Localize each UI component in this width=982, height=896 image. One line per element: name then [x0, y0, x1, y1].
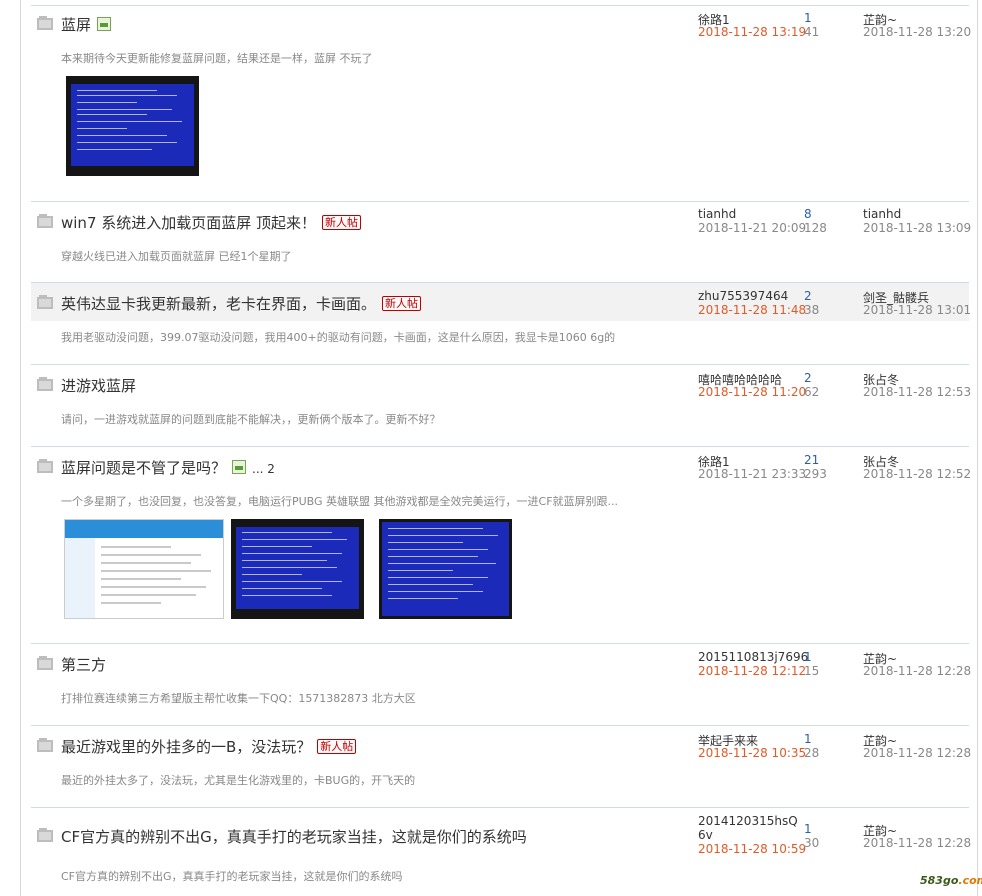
bsod-image: [71, 84, 194, 166]
thread-folder-icon: [37, 377, 53, 391]
thread-row: 最近游戏里的外挂多的一B，没法玩？ 新人帖 最近的外挂太多了，没法玩，尤其是生化游…: [31, 726, 971, 808]
thread-author-date: 2018-11-28 11:48: [698, 303, 807, 317]
thread-desc: 本来期待今天更新能修复蓝屏问题，结果还是一样，蓝屏 不玩了: [61, 52, 373, 65]
thread-author-date: 2018-11-28 11:20: [698, 385, 807, 399]
thread-folder-icon: [37, 738, 53, 752]
thread-author[interactable]: zhu755397464: [698, 289, 788, 303]
thread-replies[interactable]: 1: [804, 11, 812, 25]
thread-title[interactable]: 最近游戏里的外挂多的一B，没法玩？: [61, 738, 311, 756]
thread-title-wrap: 最近游戏里的外挂多的一B，没法玩？ 新人帖: [61, 736, 357, 757]
thread-title-wrap: 进游戏蓝屏: [61, 375, 136, 396]
thread-folder-icon: [37, 828, 53, 842]
thread-title[interactable]: CF官方真的辨别不出G，真真手打的老玩家当挂，这就是你们的系统吗: [61, 828, 527, 846]
thread-folder-icon: [37, 214, 53, 228]
thread-replies[interactable]: 1: [804, 732, 812, 746]
thread-author[interactable]: 2014120315hsQ6v: [698, 814, 802, 842]
new-user-tag: 新人帖: [322, 215, 362, 230]
thread-last-date[interactable]: 2018-11-28 12:28: [863, 836, 971, 850]
thread-author-date: 2018-11-28 10:35: [698, 746, 807, 760]
thread-row: CF官方真的辨别不出G，真真手打的老玩家当挂，这就是你们的系统吗 CF官方真的辨…: [31, 808, 971, 896]
thread-row: 第三方 打排位赛连续第三方希望版主帮忙收集一下QQ：1571382873 北方大…: [31, 644, 971, 726]
bsod-image: [236, 527, 359, 609]
thread-last-date[interactable]: 2018-11-28 12:52: [863, 467, 971, 481]
thread-title[interactable]: 第三方: [61, 656, 106, 674]
thread-folder-icon: [37, 459, 53, 473]
thread-author-date: 2018-11-28 12:12: [698, 664, 807, 678]
thread-replies[interactable]: 1: [804, 822, 812, 836]
thread-author-date: 2018-11-28 13:19: [698, 25, 807, 39]
thread-row: 蓝屏问题是不管了是吗？ ... 2 一个多星期了，也没回复，也没答复，电脑运行PU…: [31, 447, 971, 644]
thread-views: 128: [804, 221, 827, 235]
thread-views: 30: [804, 836, 820, 850]
thread-title-wrap: CF官方真的辨别不出G，真真手打的老玩家当挂，这就是你们的系统吗: [61, 826, 527, 847]
thread-views: 15: [804, 664, 820, 678]
thread-title[interactable]: 蓝屏问题是不管了是吗？: [61, 459, 226, 477]
thread-last-date[interactable]: 2018-11-28 12:53: [863, 385, 971, 399]
thread-title-wrap: 第三方: [61, 654, 106, 675]
thread-title-wrap: 蓝屏问题是不管了是吗？ ... 2: [61, 457, 275, 478]
thread-title-wrap: win7 系统进入加载页面蓝屏 顶起来！ 新人帖: [61, 212, 362, 233]
thread-folder-icon: [37, 295, 53, 309]
thread-last-poster[interactable]: tianhd: [863, 207, 901, 221]
thread-last-date[interactable]: 2018-11-28 12:28: [863, 746, 971, 760]
thread-title-wrap: 蓝屏: [61, 14, 112, 35]
thread-last-date[interactable]: 2018-11-28 13:20: [863, 25, 971, 39]
thread-desc: 一个多星期了，也没回复，也没答复，电脑运行PUBG 英雄联盟 其他游戏都是全效完…: [61, 495, 619, 508]
new-user-tag: 新人帖: [382, 296, 422, 311]
thread-replies[interactable]: 2: [804, 371, 812, 385]
thread-author-date: 2018-11-28 10:59: [698, 842, 807, 856]
watermark-suffix: .com: [958, 874, 982, 887]
thread-last-date[interactable]: 2018-11-28 13:01: [863, 303, 971, 317]
thread-row: 蓝屏 本来期待今天更新能修复蓝屏问题，结果还是一样，蓝屏 不玩了 徐路1 201…: [31, 6, 971, 202]
thread-row: win7 系统进入加载页面蓝屏 顶起来！ 新人帖 穿越火线已进入加载页面就蓝屏 已…: [31, 202, 971, 283]
thread-desc: 请问，一进游戏就蓝屏的问题到底能不能解决，，更新俩个版本了。更新不好？: [61, 413, 441, 426]
image-attachment-icon: [232, 460, 247, 474]
image-attachment-icon: [97, 17, 112, 31]
thread-desc: 最近的外挂太多了，没法玩，尤其是生化游戏里的，卡BUG的，开飞天的: [61, 774, 416, 787]
thread-last-date[interactable]: 2018-11-28 12:28: [863, 664, 971, 678]
thread-replies[interactable]: 1: [804, 650, 812, 664]
thread-desc: 打排位赛连续第三方希望版主帮忙收集一下QQ：1571382873 北方大区: [61, 692, 416, 705]
screenshot-sidebar: [65, 538, 95, 618]
thread-title-wrap: 英伟达显卡我更新最新，老卡在界面，卡画面。 新人帖: [61, 293, 422, 314]
thread-replies[interactable]: 21: [804, 453, 819, 467]
thread-row: 进游戏蓝屏 请问，一进游戏就蓝屏的问题到底能不能解决，，更新俩个版本了。更新不好…: [31, 365, 971, 447]
thread-thumbnail[interactable]: [66, 76, 199, 176]
thread-author[interactable]: tianhd: [698, 207, 736, 221]
thread-row: 英伟达显卡我更新最新，老卡在界面，卡画面。 新人帖 我用老驱动没问题，399.07…: [31, 283, 971, 365]
thread-views: 41: [804, 25, 820, 39]
thread-folder-icon: [37, 16, 53, 30]
watermark-main: 583go: [920, 874, 959, 887]
bsod-image: [382, 522, 509, 616]
thread-title[interactable]: 蓝屏: [61, 16, 91, 34]
new-user-tag: 新人帖: [317, 739, 357, 754]
thread-desc: CF官方真的辨别不出G，真真手打的老玩家当挂，这就是你们的系统吗: [61, 870, 403, 883]
thread-desc: 我用老驱动没问题，399.07驱动没问题，我用400+的驱动有问题，卡画面，这是…: [61, 331, 616, 344]
screenshot-toolbar: [65, 520, 223, 538]
thread-author-date: 2018-11-21 23:33: [698, 467, 807, 481]
thread-folder-icon: [37, 656, 53, 670]
thread-views: 38: [804, 303, 820, 317]
thread-views: 28: [804, 746, 820, 760]
thread-views: 62: [804, 385, 820, 399]
thread-pages-link[interactable]: ... 2: [252, 462, 275, 476]
thread-replies[interactable]: 2: [804, 289, 812, 303]
thread-thumbnail[interactable]: [379, 519, 512, 619]
thread-title[interactable]: 英伟达显卡我更新最新，老卡在界面，卡画面。: [61, 295, 376, 313]
thread-title[interactable]: win7 系统进入加载页面蓝屏 顶起来！: [61, 214, 316, 232]
site-watermark: 583go.com: [920, 874, 982, 887]
thread-thumbnail[interactable]: [64, 519, 224, 619]
thread-author[interactable]: 2015110813j7696: [698, 650, 808, 664]
thread-views: 293: [804, 467, 827, 481]
thread-last-date[interactable]: 2018-11-28 13:09: [863, 221, 971, 235]
thread-title[interactable]: 进游戏蓝屏: [61, 377, 136, 395]
thread-author-date: 2018-11-21 20:09: [698, 221, 807, 235]
thread-thumbnail[interactable]: [231, 519, 364, 619]
thread-desc: 穿越火线已进入加载页面就蓝屏 已经1个星期了: [61, 250, 292, 263]
thread-replies[interactable]: 8: [804, 207, 812, 221]
